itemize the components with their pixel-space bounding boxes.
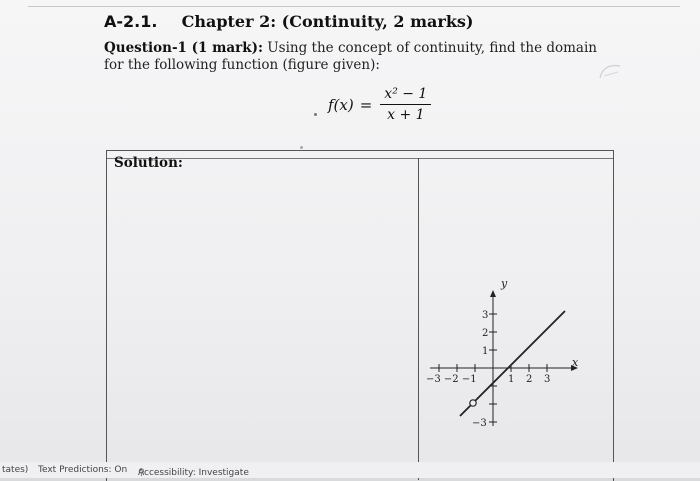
formula-fraction: x² − 1 x + 1 — [380, 86, 432, 123]
stray-mark — [314, 113, 317, 116]
section-heading: A-2.1. Chapter 2: (Continuity, 2 marks) — [104, 12, 474, 31]
table-divider — [418, 158, 419, 480]
table-inner-rule — [107, 158, 613, 159]
chapter-title: Chapter 2: (Continuity, 2 marks) — [181, 12, 474, 31]
solution-label: Solution: — [114, 155, 183, 171]
document-page: A-2.1. Chapter 2: (Continuity, 2 marks) … — [0, 0, 700, 481]
function-graph: y x 3 2 1 −3 −3 −2 −1 1 2 3 — [426, 277, 579, 429]
formula-numerator: x² − 1 — [380, 86, 432, 105]
x-tick-labels-negative: −3 −2 −1 — [426, 374, 477, 385]
x-axis-label: x — [572, 356, 579, 369]
question-text: Question-1 (1 mark): Using the concept o… — [104, 40, 604, 74]
y-axis-arrow — [490, 290, 496, 297]
y-tick-label: 3 — [482, 310, 488, 321]
stray-mark — [300, 146, 303, 149]
status-bar: tates) Text Predictions: On ⚲ Accessibili… — [0, 462, 700, 478]
y-axis-label: y — [500, 277, 508, 290]
y-tick-label: 1 — [482, 346, 488, 357]
graph-line-lower — [459, 404, 472, 417]
x-tick-label: 2 — [526, 374, 532, 385]
y-tick-label-negative: −3 — [472, 418, 487, 429]
formula-lhs: f(x) — [328, 95, 354, 114]
faint-pen-mark — [599, 64, 621, 79]
function-formula: f(x) = x² − 1 x + 1 — [328, 86, 432, 123]
formula-equals: = — [359, 95, 373, 114]
graph-line-upper — [474, 310, 566, 402]
x-tick-label: 1 — [508, 374, 514, 385]
accessibility-label: Accessibility: Investigate — [138, 468, 249, 478]
x-tick-label: 3 — [544, 374, 550, 385]
page-top-rule — [28, 6, 680, 7]
status-fragment: tates) — [2, 465, 29, 475]
question-label: Question-1 (1 mark): — [104, 40, 263, 56]
text-predictions-status[interactable]: Text Predictions: On — [38, 465, 127, 475]
hole-point — [469, 399, 477, 407]
y-tick-label: 2 — [482, 328, 488, 339]
section-number: A-2.1. — [104, 12, 158, 31]
formula-denominator: x + 1 — [387, 107, 425, 123]
